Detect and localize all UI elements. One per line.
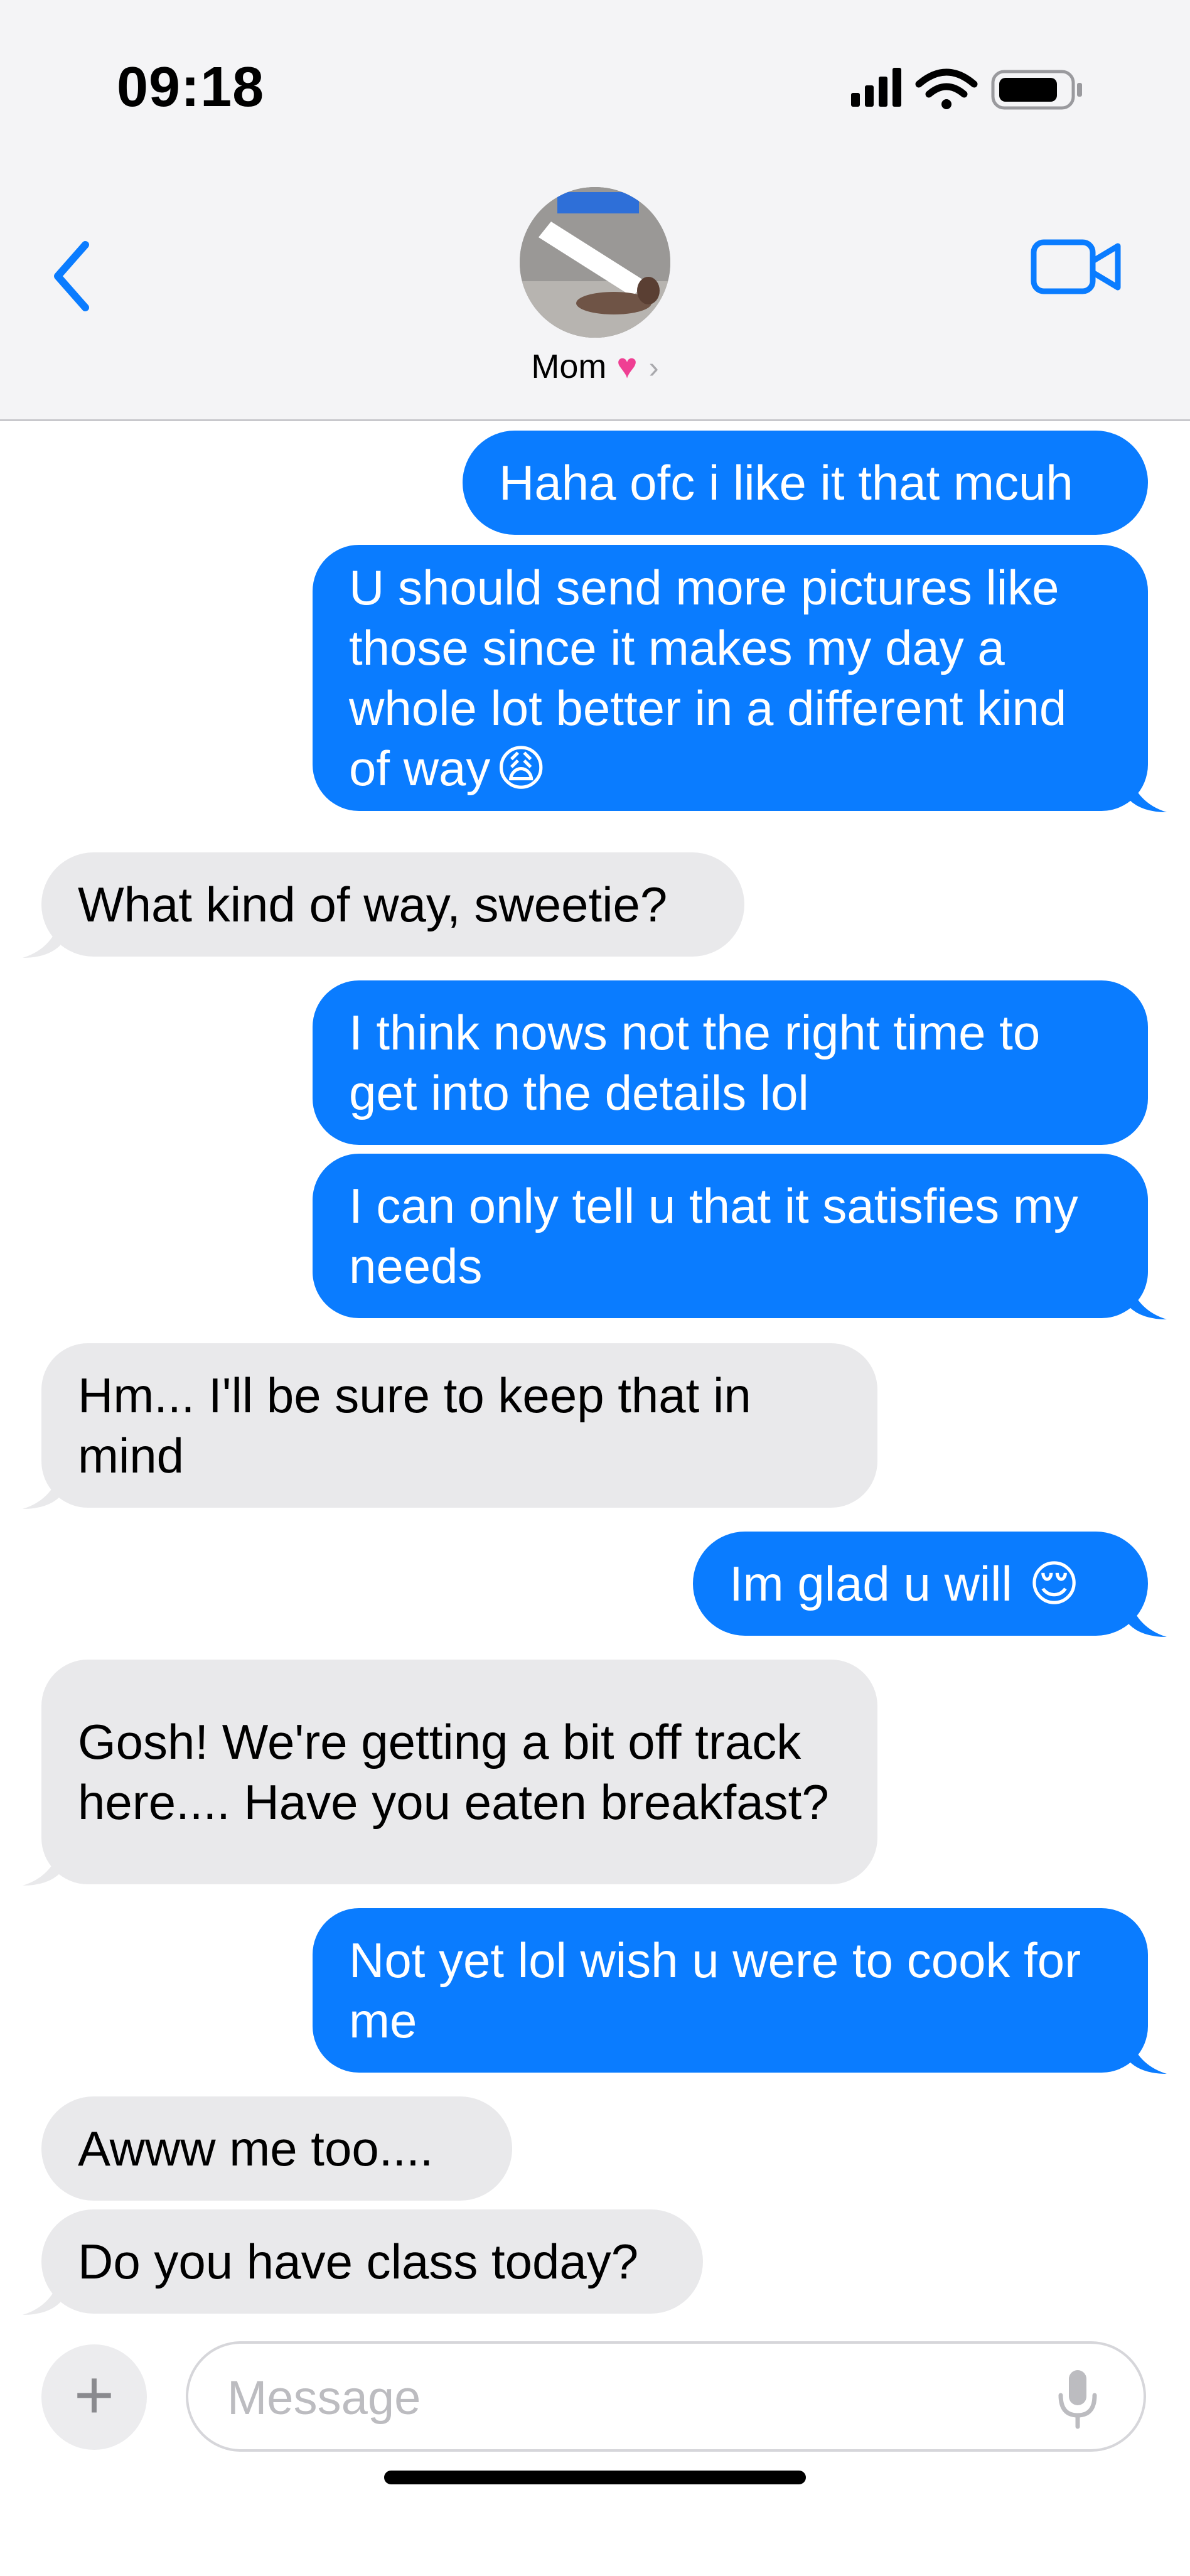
message-text-body: U should send more pictures like those s…: [349, 560, 1067, 796]
video-call-icon[interactable]: [1030, 232, 1124, 301]
contact-name-row[interactable]: Mom ♥ ›: [0, 345, 1190, 386]
message-text-body: Im glad u will: [729, 1556, 1012, 1611]
message-bubble-outgoing[interactable]: Im glad u will 😌: [693, 1532, 1167, 1637]
back-chevron-icon[interactable]: [44, 232, 100, 320]
message-text: Gosh! We're getting a bit off track here…: [78, 1714, 829, 1830]
relieved-face-emoji-icon: 😌: [1028, 1556, 1080, 1611]
avatar-photo: [520, 187, 670, 338]
bubble-tail: [1129, 1282, 1167, 1319]
message-text: Hm... I'll be sure to keep that in mind: [78, 1368, 751, 1483]
heart-icon: ♥: [616, 346, 638, 385]
bubble-tail: [23, 1471, 60, 1509]
message-text: Im glad u will 😌: [729, 1554, 1080, 1614]
message-bubble-incoming[interactable]: What kind of way, sweetie?: [23, 852, 744, 958]
status-bar: 09:18: [0, 0, 1190, 157]
message-text: What kind of way, sweetie?: [78, 877, 668, 932]
message-bubble-outgoing[interactable]: Not yet lol wish u were to cook for me: [313, 1908, 1167, 2074]
message-text: U should send more pictures like those s…: [349, 557, 1112, 798]
bubble-tail: [23, 920, 60, 958]
bubble-tail: [23, 1848, 60, 1886]
conversation-header: Mom ♥ ›: [0, 157, 1190, 421]
bubble-tail: [1129, 2036, 1167, 2074]
message-text: Do you have class today?: [78, 2234, 639, 2289]
bubble-tail: [1129, 775, 1167, 812]
message-bubble-outgoing[interactable]: U should send more pictures like those s…: [313, 545, 1167, 812]
battery-icon: [991, 70, 1082, 110]
message-bubble-outgoing[interactable]: I think nows not the right time to get i…: [313, 980, 1148, 1145]
message-bubble-incoming[interactable]: Do you have class today?: [23, 2209, 703, 2315]
message-bubble-incoming[interactable]: Gosh! We're getting a bit off track here…: [23, 1660, 877, 1886]
message-bubble-outgoing[interactable]: Haha ofc i like it that mcuh: [463, 431, 1148, 535]
message-text: Not yet lol wish u were to cook for me: [349, 1933, 1081, 2048]
wifi-icon: [915, 68, 978, 109]
message-text: Haha ofc i like it that mcuh: [499, 455, 1073, 510]
avatar[interactable]: [520, 187, 670, 338]
contact-name: Mom: [531, 348, 607, 385]
composer-bar: +: [0, 2322, 1190, 2576]
message-text: Awww me too....: [78, 2121, 434, 2176]
signal-icon: [851, 68, 901, 107]
weary-face-emoji-icon: 😩: [495, 741, 547, 796]
message-bubble-outgoing[interactable]: I can only tell u that it satisfies my n…: [313, 1154, 1167, 1319]
message-field[interactable]: [186, 2341, 1146, 2452]
status-time: 09:18: [117, 56, 265, 119]
message-bubble-incoming[interactable]: Awww me too....: [41, 2096, 512, 2201]
status-icons: [851, 68, 1082, 110]
message-thread[interactable]: Haha ofc i like it that mcuh U should se…: [0, 421, 1190, 2322]
message-bubble-incoming[interactable]: Hm... I'll be sure to keep that in mind: [23, 1343, 877, 1509]
plus-icon[interactable]: +: [41, 2344, 147, 2450]
bubble-tail: [23, 2277, 60, 2315]
message-text: I think nows not the right time to get i…: [349, 1005, 1041, 1120]
message-text: I can only tell u that it satisfies my n…: [349, 1178, 1078, 1294]
message-input[interactable]: [226, 2363, 982, 2433]
chevron-right-icon: ›: [648, 352, 659, 385]
home-indicator[interactable]: [384, 2471, 806, 2484]
microphone-icon[interactable]: [1056, 2368, 1100, 2430]
bubble-tail: [1129, 1599, 1167, 1637]
